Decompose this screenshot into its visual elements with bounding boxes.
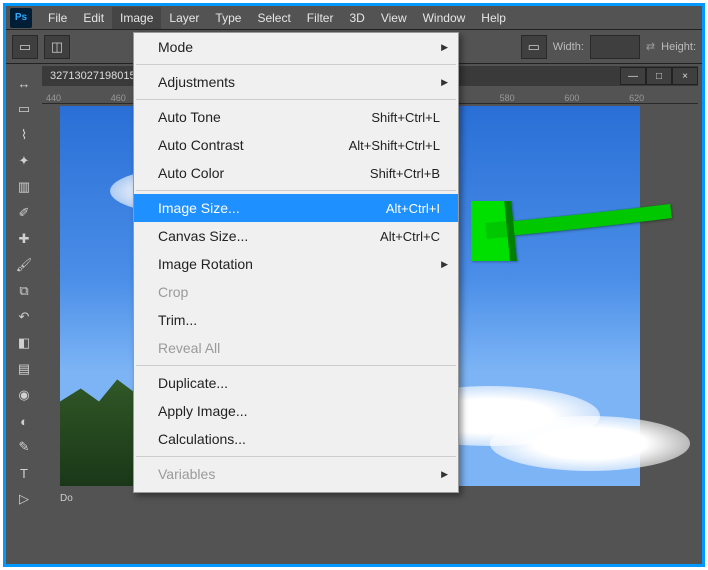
preset-button[interactable]: ▭: [521, 35, 547, 59]
ruler-tick: 580: [500, 93, 565, 103]
menuitem-duplicate[interactable]: Duplicate...: [134, 369, 458, 397]
menuitem-auto-color[interactable]: Auto Color Shift+Ctrl+B: [134, 159, 458, 187]
path-tool[interactable]: ▷: [10, 487, 38, 511]
wand-tool[interactable]: ✦: [10, 149, 38, 173]
blur-tool[interactable]: ◉: [10, 383, 38, 407]
brush-tool[interactable]: 🖌: [10, 253, 38, 277]
status-bar: Do: [60, 493, 73, 504]
menuitem-label: Mode: [158, 39, 193, 55]
menu-3d[interactable]: 3D: [341, 7, 372, 29]
menubar: Ps FileEditImageLayerTypeSelectFilter3DV…: [6, 6, 702, 30]
menu-separator: [136, 99, 456, 100]
menu-separator: [136, 456, 456, 457]
menuitem-label: Crop: [158, 284, 188, 300]
menuitem-reveal-all: Reveal All: [134, 334, 458, 362]
menu-edit[interactable]: Edit: [75, 7, 112, 29]
menu-filter[interactable]: Filter: [299, 7, 342, 29]
dodge-tool[interactable]: ◐: [10, 409, 38, 433]
menuitem-label: Variables: [158, 466, 215, 482]
crop-tool[interactable]: ▥: [10, 175, 38, 199]
width-label: Width:: [553, 41, 584, 53]
menuitem-mode[interactable]: Mode: [134, 33, 458, 61]
menuitem-label: Canvas Size...: [158, 228, 248, 244]
tools-panel: ↔▭⌇✦▥✐✚🖌⧉↶◧▤◉◐✎T▷: [8, 68, 40, 514]
pen-tool[interactable]: ✎: [10, 435, 38, 459]
menuitem-label: Auto Color: [158, 165, 224, 181]
window-minimize-button[interactable]: —: [620, 67, 646, 85]
height-label: Height:: [661, 41, 696, 53]
menuitem-auto-contrast[interactable]: Auto Contrast Alt+Shift+Ctrl+L: [134, 131, 458, 159]
menu-separator: [136, 190, 456, 191]
app-logo: Ps: [10, 8, 32, 28]
menuitem-label: Duplicate...: [158, 375, 228, 391]
history-tool[interactable]: ↶: [10, 305, 38, 329]
menu-separator: [136, 64, 456, 65]
menuitem-shortcut: Shift+Ctrl+L: [371, 110, 440, 125]
menuitem-label: Auto Contrast: [158, 137, 244, 153]
eyedrop-tool[interactable]: ✐: [10, 201, 38, 225]
window-close-button[interactable]: ×: [672, 67, 698, 85]
menu-window[interactable]: Window: [415, 7, 474, 29]
menuitem-label: Image Size...: [158, 200, 240, 216]
window-maximize-button[interactable]: □: [646, 67, 672, 85]
swap-icon[interactable]: ⇄: [646, 40, 655, 53]
eraser-tool[interactable]: ◧: [10, 331, 38, 355]
menu-help[interactable]: Help: [473, 7, 514, 29]
menuitem-shortcut: Alt+Ctrl+I: [386, 201, 440, 216]
tool-opt-1[interactable]: ◫: [44, 35, 70, 59]
menuitem-shortcut: Alt+Shift+Ctrl+L: [349, 138, 440, 153]
image-menu-dropdown: ModeAdjustmentsAuto ToneShift+Ctrl+LAuto…: [133, 32, 459, 493]
move-tool[interactable]: ↔: [10, 71, 38, 95]
menuitem-auto-tone[interactable]: Auto Tone Shift+Ctrl+L: [134, 103, 458, 131]
gradient-tool[interactable]: ▤: [10, 357, 38, 381]
app-window: Ps FileEditImageLayerTypeSelectFilter3DV…: [3, 3, 705, 567]
type-tool[interactable]: T: [10, 461, 38, 485]
menu-select[interactable]: Select: [249, 7, 298, 29]
menuitem-crop: Crop: [134, 278, 458, 306]
menuitem-variables: Variables: [134, 460, 458, 488]
menuitem-shortcut: Alt+Ctrl+C: [380, 229, 440, 244]
menuitem-calculations[interactable]: Calculations...: [134, 425, 458, 453]
heal-tool[interactable]: ✚: [10, 227, 38, 251]
menu-file[interactable]: File: [40, 7, 75, 29]
stamp-tool[interactable]: ⧉: [10, 279, 38, 303]
menuitem-label: Reveal All: [158, 340, 220, 356]
menuitem-image-rotation[interactable]: Image Rotation: [134, 250, 458, 278]
menu-type[interactable]: Type: [207, 7, 249, 29]
ruler-tick: 440: [46, 93, 111, 103]
menu-separator: [136, 365, 456, 366]
menuitem-label: Trim...: [158, 312, 197, 328]
ruler-tick: 600: [564, 93, 629, 103]
marquee-tool[interactable]: ▭: [10, 97, 38, 121]
ruler-tick: 620: [629, 93, 694, 103]
menuitem-label: Calculations...: [158, 431, 246, 447]
menu-view[interactable]: View: [373, 7, 415, 29]
menuitem-label: Image Rotation: [158, 256, 253, 272]
menuitem-trim[interactable]: Trim...: [134, 306, 458, 334]
menuitem-apply-image[interactable]: Apply Image...: [134, 397, 458, 425]
menuitem-image-size[interactable]: Image Size... Alt+Ctrl+I: [134, 194, 458, 222]
marquee-tool-preview[interactable]: ▭: [12, 35, 38, 59]
menu-image[interactable]: Image: [112, 7, 161, 29]
menuitem-adjustments[interactable]: Adjustments: [134, 68, 458, 96]
menuitem-canvas-size[interactable]: Canvas Size... Alt+Ctrl+C: [134, 222, 458, 250]
menuitem-label: Apply Image...: [158, 403, 248, 419]
lasso-tool[interactable]: ⌇: [10, 123, 38, 147]
menuitem-label: Adjustments: [158, 74, 235, 90]
menuitem-label: Auto Tone: [158, 109, 221, 125]
menu-layer[interactable]: Layer: [161, 7, 207, 29]
cloud-shape: [490, 416, 690, 471]
menuitem-shortcut: Shift+Ctrl+B: [370, 166, 440, 181]
width-field[interactable]: [590, 35, 640, 59]
annotation-arrow: [471, 201, 681, 266]
